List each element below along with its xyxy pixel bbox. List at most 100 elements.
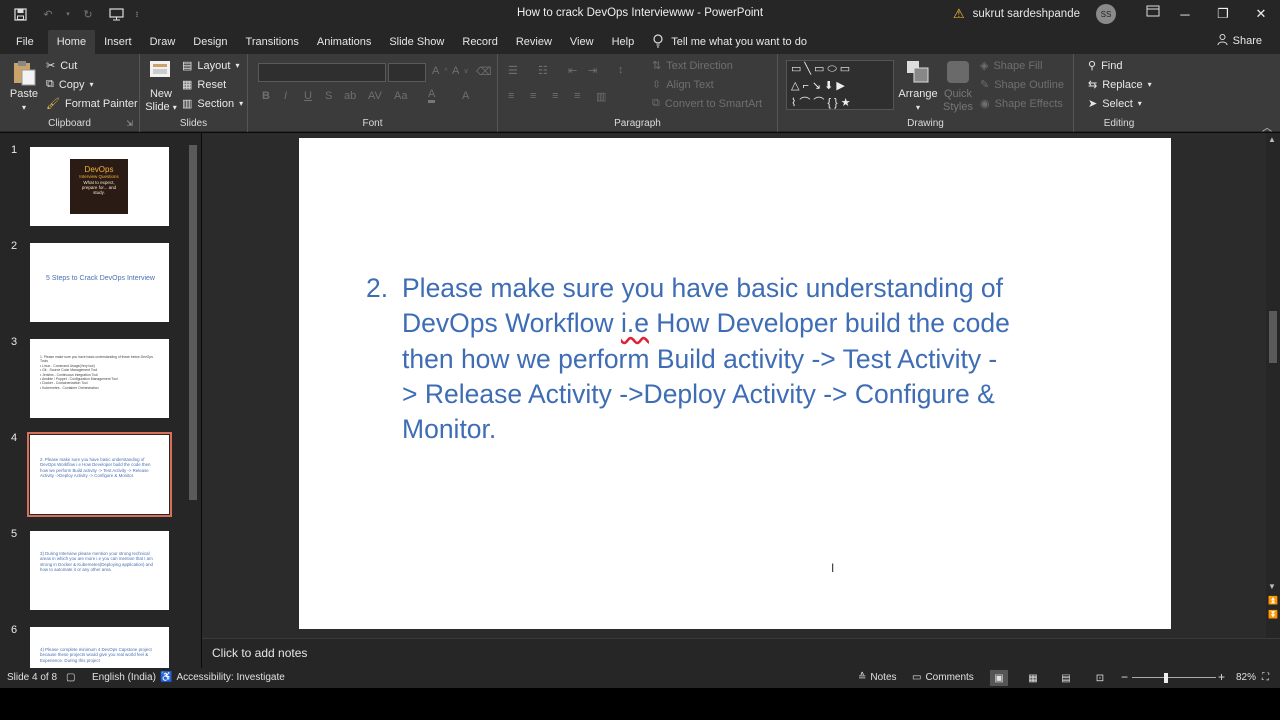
slideshow-view-icon[interactable]: ⊡ bbox=[1091, 670, 1109, 686]
quick-styles-button[interactable]: Quick Styles bbox=[938, 88, 978, 114]
slide-thumbnail-3[interactable]: 1. Please make sure you have basic under… bbox=[30, 339, 169, 418]
quick-styles-icon[interactable] bbox=[946, 60, 970, 87]
arrange-button[interactable]: Arrange ▾ bbox=[896, 88, 940, 114]
tell-me-box[interactable]: Tell me what you want to do bbox=[653, 30, 807, 54]
numbering-icon[interactable]: ☷ bbox=[538, 64, 548, 77]
underline-button[interactable]: U bbox=[304, 90, 312, 102]
replace-button[interactable]: ⇆ Replace ▾ bbox=[1088, 78, 1152, 92]
avatar[interactable]: SS bbox=[1096, 4, 1116, 24]
undo-icon[interactable]: ↶ bbox=[34, 0, 62, 28]
italic-button[interactable]: I bbox=[284, 90, 287, 102]
account-area[interactable]: ⚠ sukrut sardeshpande SS bbox=[953, 0, 1116, 28]
arrange-icon[interactable] bbox=[906, 60, 930, 87]
cut-button[interactable]: ✂ Cut bbox=[46, 59, 77, 73]
scrollbar-thumb[interactable] bbox=[1269, 311, 1277, 363]
tab-slide-show[interactable]: Slide Show bbox=[380, 30, 453, 54]
new-slide-icon[interactable] bbox=[149, 58, 173, 85]
layout-button[interactable]: ▤ Layout ▾ bbox=[182, 59, 239, 73]
spellcheck-flagged-word[interactable]: i.e bbox=[621, 308, 649, 338]
scrollbar-thumb[interactable] bbox=[189, 145, 197, 500]
text-direction-button[interactable]: ⇅ Text Direction bbox=[652, 59, 733, 73]
collapse-ribbon-icon[interactable]: ︿ bbox=[1262, 119, 1272, 134]
slide-thumbnail-1[interactable]: DevOps Interview Questions What to expec… bbox=[30, 147, 169, 226]
tab-home[interactable]: Home bbox=[47, 30, 96, 54]
notes-placeholder[interactable]: Click to add notes bbox=[212, 646, 307, 660]
zoom-out-icon[interactable]: − bbox=[1121, 670, 1128, 684]
bullets-icon[interactable]: ☰ bbox=[508, 64, 518, 77]
editor-scrollbar[interactable]: ▲ ▼ ⏫ ⏬ bbox=[1266, 133, 1280, 638]
customize-qat-icon[interactable]: ⁝ bbox=[130, 0, 144, 28]
tab-help[interactable]: Help bbox=[603, 30, 644, 54]
slide-paragraph[interactable]: Please make sure you have basic understa… bbox=[402, 271, 1102, 447]
increase-indent-icon[interactable]: ⇥ bbox=[588, 64, 597, 77]
spelling-icon[interactable]: ▢ bbox=[66, 672, 75, 683]
comments-button[interactable]: ▭ Comments bbox=[912, 672, 974, 683]
tab-file[interactable]: File bbox=[0, 30, 48, 54]
zoom-slider-thumb[interactable] bbox=[1163, 673, 1168, 683]
tab-design[interactable]: Design bbox=[184, 30, 236, 54]
format-painter-button[interactable]: 🖌 Format Painter bbox=[46, 97, 138, 111]
notes-pane[interactable]: Click to add notes bbox=[202, 638, 1280, 668]
slide-thumbnail-6[interactable]: 4) Please complete minimum 4 DevOps Caps… bbox=[30, 627, 169, 668]
ribbon-display-options-icon[interactable] bbox=[1146, 5, 1162, 21]
line-spacing-icon[interactable]: ↕ bbox=[618, 64, 624, 76]
copy-button[interactable]: ⧉ Copy ▾ bbox=[46, 78, 94, 91]
tab-draw[interactable]: Draw bbox=[141, 30, 185, 54]
restore-icon[interactable]: ❐ bbox=[1204, 0, 1242, 28]
strikethrough-button[interactable]: S bbox=[325, 90, 332, 102]
scroll-up-icon[interactable]: ▲ bbox=[1268, 135, 1276, 144]
shape-outline-button[interactable]: ✎ Shape Outline bbox=[980, 78, 1064, 92]
tab-view[interactable]: View bbox=[561, 30, 603, 54]
highlight-icon[interactable]: A bbox=[462, 90, 469, 102]
bold-button[interactable]: B bbox=[262, 90, 270, 102]
character-spacing-button[interactable]: AV bbox=[368, 90, 382, 102]
paste-button[interactable]: Paste ▾ bbox=[6, 88, 42, 114]
reading-view-icon[interactable]: ▤ bbox=[1057, 670, 1075, 686]
align-left-icon[interactable]: ≡ bbox=[508, 90, 514, 102]
columns-icon[interactable]: ▥ bbox=[596, 90, 606, 103]
present-from-beginning-icon[interactable] bbox=[102, 0, 130, 28]
new-slide-button[interactable]: New Slide ▾ bbox=[143, 88, 179, 114]
tab-review[interactable]: Review bbox=[507, 30, 561, 54]
close-icon[interactable]: ✕ bbox=[1242, 0, 1280, 28]
select-button[interactable]: ➤ Select ▾ bbox=[1088, 97, 1142, 111]
tab-record[interactable]: Record bbox=[453, 30, 506, 54]
previous-slide-icon[interactable]: ⏫ bbox=[1268, 596, 1278, 605]
slide-thumbnail-4[interactable]: 2. Please make sure you have basic under… bbox=[27, 432, 172, 517]
section-button[interactable]: ▥ Section ▾ bbox=[182, 97, 243, 111]
tab-transitions[interactable]: Transitions bbox=[237, 30, 308, 54]
text-shadow-button[interactable]: ab bbox=[344, 90, 356, 102]
slide-thumbnail-2[interactable]: 5 Steps to Crack DevOps Interview bbox=[30, 243, 169, 322]
language-indicator[interactable]: English (India) bbox=[92, 672, 156, 683]
reset-button[interactable]: ▦ Reset bbox=[182, 78, 226, 92]
notes-toggle-button[interactable]: ≙ Notes bbox=[858, 672, 897, 683]
warning-icon[interactable]: ⚠ bbox=[953, 6, 965, 22]
save-icon[interactable] bbox=[6, 0, 34, 28]
change-case-button[interactable]: Aa bbox=[394, 90, 407, 102]
tab-insert[interactable]: Insert bbox=[95, 30, 141, 54]
shape-effects-button[interactable]: ◉ Shape Effects bbox=[980, 97, 1063, 111]
convert-smartart-button[interactable]: ⧉ Convert to SmartArt bbox=[652, 97, 762, 110]
font-color-icon[interactable]: A bbox=[428, 88, 436, 103]
zoom-slider[interactable] bbox=[1132, 677, 1216, 678]
shapes-gallery[interactable]: ▭╲▭⬭▭ △⌐↘⬇▶ ⌇⌒⌒{}★ bbox=[786, 60, 894, 110]
redo-icon[interactable]: ↻ bbox=[74, 0, 102, 28]
decrease-indent-icon[interactable]: ⇤ bbox=[568, 64, 577, 77]
scroll-down-icon[interactable]: ▼ bbox=[1268, 582, 1276, 591]
zoom-in-icon[interactable]: + bbox=[1218, 670, 1225, 684]
paste-icon[interactable] bbox=[12, 60, 36, 89]
slide-thumbnail-5[interactable]: 3) During Interview please mention your … bbox=[30, 531, 169, 610]
thumbnails-scrollbar[interactable] bbox=[186, 135, 200, 668]
fit-to-window-icon[interactable]: ⛶ bbox=[1262, 672, 1269, 683]
minimize-icon[interactable]: ─ bbox=[1166, 0, 1204, 28]
grow-font-icon[interactable]: A ^ bbox=[432, 65, 448, 77]
justify-icon[interactable]: ≡ bbox=[574, 90, 580, 102]
accessibility-button[interactable]: ♿ Accessibility: Investigate bbox=[160, 672, 285, 683]
align-right-icon[interactable]: ≡ bbox=[552, 90, 558, 102]
clear-formatting-icon[interactable]: ⌫ bbox=[476, 65, 492, 78]
font-name-box[interactable] bbox=[258, 63, 386, 82]
align-center-icon[interactable]: ≡ bbox=[530, 90, 536, 102]
dialog-launcher-icon[interactable]: ⇲ bbox=[126, 119, 133, 128]
tab-animations[interactable]: Animations bbox=[308, 30, 380, 54]
shape-fill-button[interactable]: ◈ Shape Fill bbox=[980, 59, 1042, 73]
